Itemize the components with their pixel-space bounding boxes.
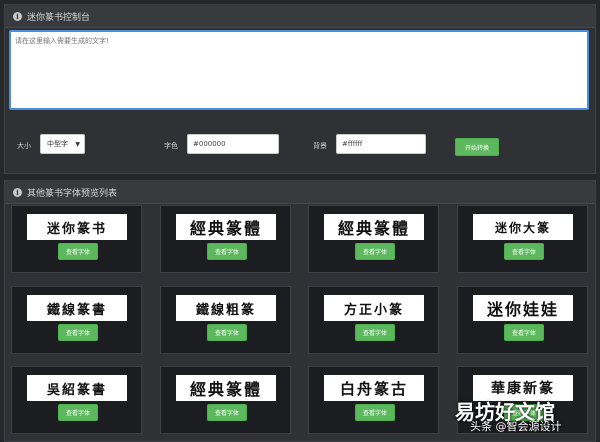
font-card: 白舟篆古 查看字体	[308, 366, 439, 434]
font-card: 迷你大篆 查看字体	[457, 205, 588, 273]
view-font-button[interactable]: 查看字体	[355, 243, 395, 260]
control-panel-title: 迷你篆书控制台	[27, 12, 91, 23]
bg-label: 背景	[313, 142, 327, 150]
view-font-button[interactable]: 查看字体	[58, 243, 98, 260]
font-preview: 經典篆體	[324, 214, 424, 240]
watermark-subtext: 头条 @智会源设计	[470, 420, 562, 433]
info-icon: i	[13, 187, 22, 197]
font-card: 鐵線粗篆 查看字体	[160, 286, 291, 354]
font-preview: 迷你大篆	[473, 214, 573, 240]
font-card: 迷你娃娃 查看字体	[457, 286, 588, 354]
text-input[interactable]	[9, 30, 589, 110]
info-icon: i	[13, 11, 22, 21]
font-card: 迷你篆书 查看字体	[11, 205, 142, 273]
font-preview: 迷你娃娃	[473, 295, 573, 321]
font-card: 經典篆體 查看字体	[308, 205, 439, 273]
view-font-button[interactable]: 查看字体	[207, 324, 247, 341]
view-font-button[interactable]: 查看字体	[355, 324, 395, 341]
color-input[interactable]: #000000	[187, 134, 279, 154]
view-font-button[interactable]: 查看字体	[58, 324, 98, 341]
font-preview: 經典篆體	[176, 214, 276, 240]
color-input-value: #000000	[193, 140, 226, 148]
preview-panel-title: 其他篆书字体预览列表	[27, 188, 118, 199]
size-select[interactable]: 中型字 ▼	[40, 134, 85, 154]
size-select-value: 中型字	[47, 140, 68, 148]
chevron-down-icon: ▼	[75, 141, 80, 148]
view-font-button[interactable]: 查看字体	[504, 324, 544, 341]
font-card: 鐵線篆書 查看字体	[11, 286, 142, 354]
font-card: 吳紹篆書 查看字体	[11, 366, 142, 434]
font-preview: 鐵線粗篆	[176, 295, 276, 321]
size-label: 大小	[17, 142, 31, 150]
view-font-button[interactable]: 查看字体	[207, 404, 247, 421]
preview-panel-header: i 其他篆书字体预览列表	[5, 181, 595, 204]
font-card: 經典篆體 查看字体	[160, 366, 291, 434]
font-preview: 迷你篆书	[27, 214, 127, 240]
font-preview: 鐵線篆書	[27, 295, 127, 321]
color-label: 字色	[164, 142, 178, 150]
font-preview: 吳紹篆書	[27, 375, 127, 401]
generate-button[interactable]: 开始转换	[455, 138, 499, 156]
bg-input-value: #ffffff	[342, 140, 363, 148]
view-font-button[interactable]: 查看字体	[58, 404, 98, 421]
control-panel-header: i 迷你篆书控制台	[5, 5, 595, 28]
font-card: 經典篆體 查看字体	[160, 205, 291, 273]
font-preview: 白舟篆古	[324, 375, 424, 401]
view-font-button[interactable]: 查看字体	[207, 243, 247, 260]
font-preview: 經典篆體	[176, 375, 276, 401]
view-font-button[interactable]: 查看字体	[355, 404, 395, 421]
view-font-button[interactable]: 查看字体	[504, 243, 544, 260]
font-preview: 方正小篆	[324, 295, 424, 321]
bg-input[interactable]: #ffffff	[336, 134, 426, 154]
font-card: 方正小篆 查看字体	[308, 286, 439, 354]
